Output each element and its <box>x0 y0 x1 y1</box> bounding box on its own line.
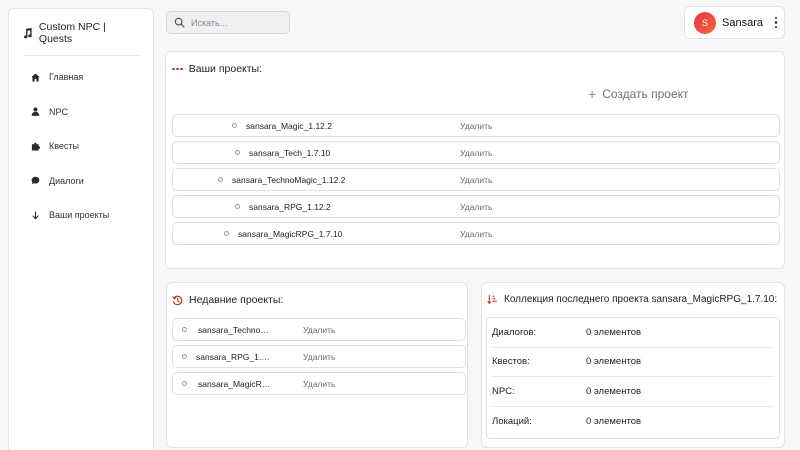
projects-list: sansara_Magic_1.12.2 Удалить sansara_Tec… <box>172 114 780 249</box>
recent-projects-card: Недавние проекты: sansara_TechnoMagic_1.… <box>166 282 468 448</box>
recent-project-name: sansara_MagicRPG_1.7.10 <box>198 379 272 389</box>
sidebar-item-label: Ваши проекты <box>49 210 110 221</box>
history-icon <box>172 295 183 305</box>
project-row[interactable]: sansara_TechnoMagic_1.12.2 Удалить <box>172 168 780 191</box>
recent-project-name: sansara_RPG_1.12.2 <box>196 352 270 362</box>
collection-header: Коллекция последнего проекта sansara_Mag… <box>487 294 784 305</box>
recent-header: Недавние проекты: <box>172 294 467 306</box>
collection-stats: Диалогов: 0 элементов Квестов: 0 элемент… <box>486 317 780 439</box>
delete-project-button[interactable]: Удалить <box>460 175 492 185</box>
delete-project-button[interactable]: Удалить <box>460 148 492 158</box>
sidebar-nav: Главная NPC Квесты Диалоги Ваши проекты <box>9 60 153 233</box>
search-icon <box>174 17 185 28</box>
music-note-icon <box>24 27 32 38</box>
project-name: sansara_TechnoMagic_1.12.2 <box>232 175 346 185</box>
sidebar-item-dialogs[interactable]: Диалоги <box>9 164 153 199</box>
plus-icon: + <box>588 86 597 102</box>
project-row[interactable]: sansara_RPG_1.12.2 Удалить <box>172 195 780 218</box>
delete-project-button[interactable]: Удалить <box>460 202 492 212</box>
home-icon <box>31 73 40 82</box>
avatar[interactable]: S <box>694 11 716 34</box>
bullet-icon <box>235 204 240 209</box>
search-box[interactable] <box>166 11 290 34</box>
stat-label: Локаций: <box>492 415 532 427</box>
stat-row: Квестов: 0 элементов <box>492 348 774 377</box>
search-input[interactable] <box>191 17 281 28</box>
projects-header: Ваши проекты: <box>172 63 784 75</box>
dots-icon <box>172 67 183 71</box>
sort-icon <box>487 294 497 305</box>
stat-row: Диалогов: 0 элементов <box>492 318 774 348</box>
recent-title: Недавние проекты: <box>189 294 284 306</box>
user-name: Sansara <box>722 16 763 29</box>
sidebar-item-your-projects[interactable]: Ваши проекты <box>9 198 153 233</box>
stat-label: Диалогов: <box>492 326 537 338</box>
delete-recent-button[interactable]: Удалить <box>303 352 335 362</box>
recent-row[interactable]: sansara_MagicRPG_1.7.10 Удалить <box>172 372 466 395</box>
user-icon <box>31 107 40 117</box>
stat-value: 0 элементов <box>586 356 642 368</box>
project-name: sansara_RPG_1.12.2 <box>249 202 331 212</box>
recent-row[interactable]: sansara_TechnoMagic_1.12.2 Удалить <box>172 318 466 341</box>
collection-title: Коллекция последнего проекта sansara_Mag… <box>504 294 778 305</box>
bullet-icon <box>182 327 187 332</box>
app-brand[interactable]: Custom NPC | Quests <box>23 21 141 56</box>
bullet-icon <box>182 381 187 386</box>
chat-icon <box>31 176 40 185</box>
recent-project-name: sansara_TechnoMagic_1.12.2 <box>198 325 272 335</box>
sidebar-item-label: NPC <box>49 106 69 117</box>
sidebar-item-label: Диалоги <box>49 175 84 186</box>
bullet-icon <box>232 123 237 128</box>
delete-project-button[interactable]: Удалить <box>460 229 492 239</box>
collection-card: Коллекция последнего проекта sansara_Mag… <box>481 282 785 448</box>
delete-recent-button[interactable]: Удалить <box>303 325 335 335</box>
bullet-icon <box>182 354 187 359</box>
stat-label: Квестов: <box>492 356 530 368</box>
stat-value: 0 элементов <box>586 385 642 397</box>
sidebar-item-quests[interactable]: Квесты <box>9 129 153 164</box>
arrow-down-icon <box>32 211 39 220</box>
project-name: sansara_Tech_1.7.10 <box>249 148 331 158</box>
project-row[interactable]: sansara_MagicRPG_1.7.10 Удалить <box>172 222 780 245</box>
stat-row: NPC: 0 элементов <box>492 377 774 407</box>
stat-value: 0 элементов <box>586 415 642 427</box>
project-name: sansara_MagicRPG_1.7.10 <box>238 229 343 239</box>
recent-row[interactable]: sansara_RPG_1.12.2 Удалить <box>172 345 466 368</box>
stat-label: NPC: <box>492 385 515 397</box>
delete-recent-button[interactable]: Удалить <box>303 379 335 389</box>
sidebar-item-label: Главная <box>49 72 84 83</box>
project-row[interactable]: sansara_Tech_1.7.10 Удалить <box>172 141 780 164</box>
sidebar-item-home[interactable]: Главная <box>9 60 153 95</box>
project-row[interactable]: sansara_Magic_1.12.2 Удалить <box>172 114 780 137</box>
project-name: sansara_Magic_1.12.2 <box>246 121 333 131</box>
user-menu[interactable]: S Sansara <box>684 6 785 39</box>
projects-title: Ваши проекты: <box>188 63 263 75</box>
create-project-button[interactable]: + Создать проект <box>588 86 689 102</box>
app-title: Custom NPC | Quests <box>38 21 106 45</box>
stat-value: 0 элементов <box>586 326 642 338</box>
bullet-icon <box>218 177 223 182</box>
delete-project-button[interactable]: Удалить <box>460 121 492 131</box>
projects-card: Ваши проекты: + Создать проект sansara_M… <box>165 51 785 269</box>
bullet-icon <box>224 231 229 236</box>
recent-list: sansara_TechnoMagic_1.12.2 Удалить sansa… <box>172 318 466 399</box>
more-vertical-icon[interactable] <box>772 16 780 29</box>
sidebar-item-label: Квесты <box>49 141 80 152</box>
sidebar: Custom NPC | Quests Главная NPC Квесты Д… <box>8 8 154 450</box>
sidebar-item-npc[interactable]: NPC <box>9 95 153 130</box>
stat-row: Локаций: 0 элементов <box>492 407 774 437</box>
puzzle-icon <box>31 142 40 151</box>
create-project-label: Создать проект <box>602 87 689 101</box>
bullet-icon <box>235 150 240 155</box>
